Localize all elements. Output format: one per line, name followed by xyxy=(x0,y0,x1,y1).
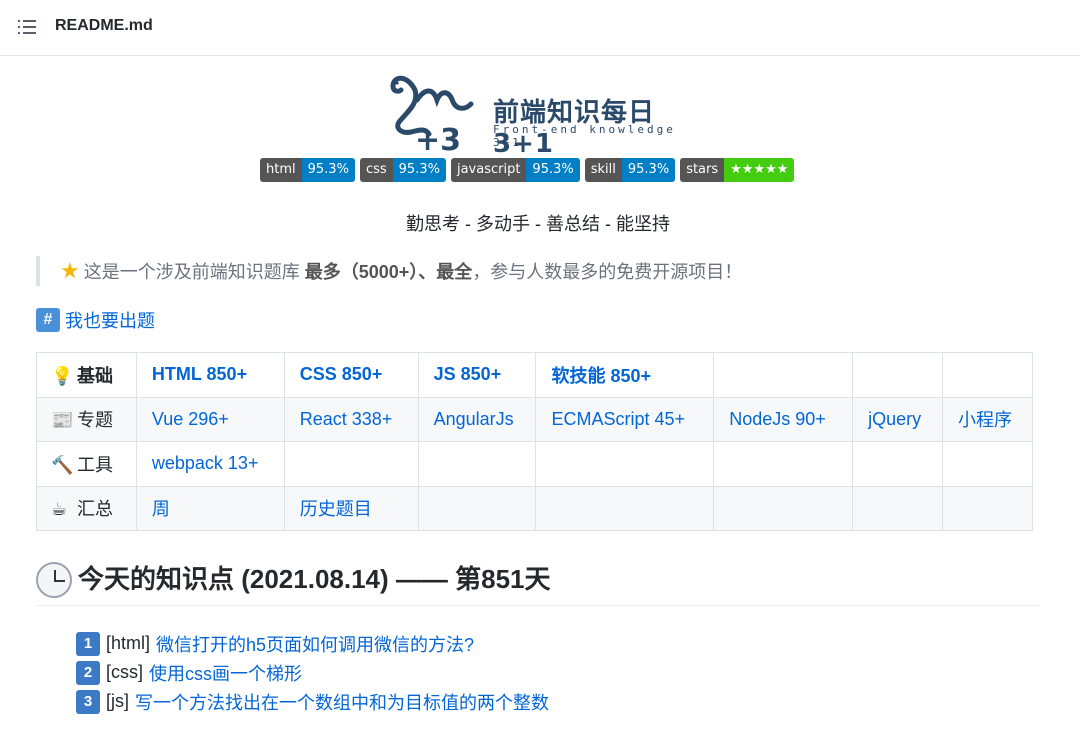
today-task-list: 1 [html] 微信打开的h5页面如何调用微信的方法? 2 [css] 使用c… xyxy=(76,629,549,716)
logo-subtitle: Front-end knowledge 3+1 xyxy=(493,123,676,149)
intro-quote: ★ 这是一个涉及前端知识题库 最多（5000+）、最全，参与人数最多的免费开源项目… xyxy=(36,256,742,286)
table-row: 📰 专题 Vue 296+ React 338+ AngularJs ECMASc… xyxy=(36,396,1034,442)
hash-icon: # xyxy=(36,308,60,332)
badge-css[interactable]: css 95.3% xyxy=(359,158,446,182)
list-item: 2 [css] 使用css画一个梯形 xyxy=(76,658,549,687)
topic-link-webpack[interactable]: webpack 13+ xyxy=(152,453,259,473)
topic-link-history[interactable]: 历史题目 xyxy=(300,499,372,519)
topic-link-ecmascript[interactable]: ECMAScript 45+ xyxy=(551,409,685,429)
camel-logo-icon: +3 xyxy=(390,75,474,154)
table-row: 💡 基础 HTML 850+ CSS 850+ JS 850+ 软技能 850+ xyxy=(36,352,1034,398)
number-three-icon: 3 xyxy=(76,689,100,714)
task-link-js[interactable]: 写一个方法找出在一个数组中和为目标值的两个整数 xyxy=(135,689,549,715)
badge-javascript[interactable]: javascript 95.3% xyxy=(450,158,580,182)
topic-table: 💡 基础 HTML 850+ CSS 850+ JS 850+ 软技能 850+ … xyxy=(36,352,1034,531)
topic-link-html[interactable]: HTML 850+ xyxy=(152,364,247,384)
hammer-icon: 🔨 xyxy=(51,454,74,475)
topic-link-vue[interactable]: Vue 296+ xyxy=(152,409,229,429)
topic-link-jquery[interactable]: jQuery xyxy=(868,409,921,429)
newspaper-icon: 📰 xyxy=(51,410,74,431)
topic-link-css[interactable]: CSS 850+ xyxy=(300,364,383,384)
file-name: README.md xyxy=(55,17,153,34)
number-one-icon: 1 xyxy=(76,631,100,656)
motto: 勤思考 - 多动手 - 善总结 - 能坚持 xyxy=(406,214,670,234)
topic-link-miniprogram[interactable]: 小程序 xyxy=(958,410,1012,430)
topic-link-react[interactable]: React 338+ xyxy=(300,409,393,429)
task-link-css[interactable]: 使用css画一个梯形 xyxy=(149,660,302,686)
topic-link-angularjs[interactable]: AngularJs xyxy=(434,409,514,429)
today-heading: 今天的知识点 (2021.08.14) —— 第851天 xyxy=(36,558,1040,606)
table-row: 🔨 工具 webpack 13+ xyxy=(36,441,1034,487)
today-title: 今天的知识点 (2021.08.14) —— 第851天 xyxy=(78,564,551,594)
star-icon: ★ xyxy=(60,258,80,283)
topic-link-weekly[interactable]: 周 xyxy=(152,499,170,519)
project-logo: +3 前端知识每日3+1 Front-end knowledge 3+1 xyxy=(385,70,695,159)
task-link-html[interactable]: 微信打开的h5页面如何调用微信的方法? xyxy=(156,631,474,657)
lightbulb-icon: 💡 xyxy=(51,365,74,386)
topic-link-soft-skill[interactable]: 软技能 850+ xyxy=(551,366,651,386)
coffee-icon: ☕ xyxy=(51,499,68,520)
clock-icon xyxy=(36,562,72,598)
contribute-link-row: # 我也要出题 xyxy=(36,307,155,333)
badge-skill[interactable]: skill 95.3% xyxy=(584,158,676,182)
topic-link-nodejs[interactable]: NodeJs 90+ xyxy=(729,409,826,429)
list-item: 3 [js] 写一个方法找出在一个数组中和为目标值的两个整数 xyxy=(76,687,549,716)
topic-link-js[interactable]: JS 850+ xyxy=(434,364,502,384)
svg-text:+3: +3 xyxy=(415,123,461,154)
list-item: 1 [html] 微信打开的h5页面如何调用微信的方法? xyxy=(76,629,549,658)
badge-row: html 95.3% css 95.3% javascript 95.3% skill… xyxy=(260,158,795,182)
table-row: ☕ 汇总 周 历史题目 xyxy=(36,485,1034,531)
contribute-link[interactable]: 我也要出题 xyxy=(65,307,155,333)
file-header: README.md xyxy=(0,0,1080,56)
badge-stars[interactable]: stars ★★★★★ xyxy=(680,158,795,182)
number-two-icon: 2 xyxy=(76,660,100,685)
list-icon[interactable] xyxy=(18,19,36,35)
badge-html[interactable]: html 95.3% xyxy=(260,158,355,182)
